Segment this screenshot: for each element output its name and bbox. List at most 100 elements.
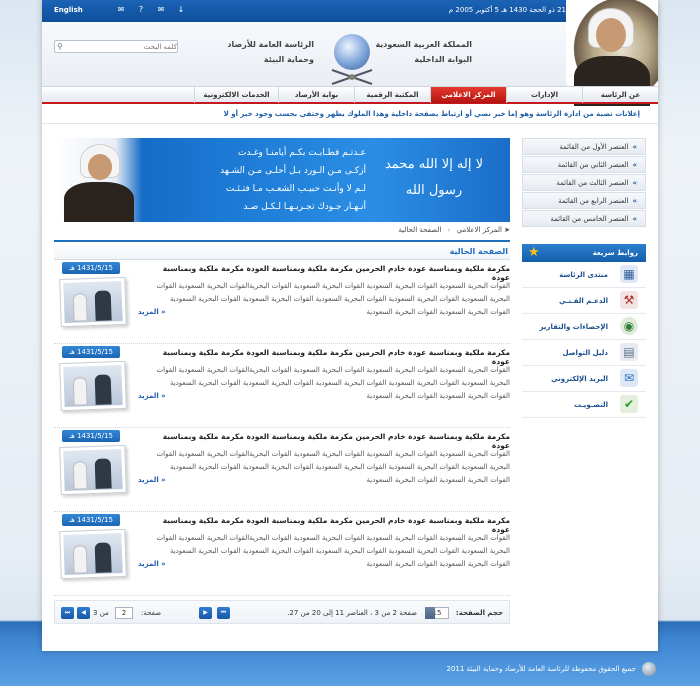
side-menu-label: العنصر الأول من القائمة bbox=[559, 143, 629, 151]
side-menu-label: العنصر الثاني من القائمة bbox=[557, 161, 629, 169]
chevron-left-icon: » bbox=[632, 197, 637, 205]
news-thumbnail[interactable] bbox=[59, 360, 127, 412]
help-icon[interactable]: ? bbox=[136, 5, 146, 15]
quick-link-label: التصـويـت bbox=[574, 401, 608, 409]
support-icon: ⚒ bbox=[620, 291, 638, 309]
search-box: ⚲ bbox=[54, 40, 178, 53]
rss-icon[interactable]: ✉ bbox=[116, 5, 126, 15]
quick-link-label: منتدى الرئاسة bbox=[559, 271, 608, 279]
ticker-text[interactable]: إعلانات نصية من ادارة الرئاسة وهو إما خب… bbox=[224, 110, 640, 118]
date-badge: 1431/5/15 هـ bbox=[62, 262, 120, 274]
download-icon[interactable]: ↓ bbox=[176, 5, 186, 15]
last-page-button[interactable]: ⏭ bbox=[61, 607, 74, 619]
breadcrumb-current: الصفحة الحالية bbox=[398, 226, 442, 234]
emblem-logo[interactable] bbox=[324, 34, 380, 92]
side-menu-label: العنصر الخامس من القائمة bbox=[550, 215, 629, 223]
mail-icon[interactable]: ✉ bbox=[156, 5, 166, 15]
news-thumbnail[interactable] bbox=[59, 528, 127, 580]
quick-link-support[interactable]: ⚒ الدعـم الفـنـي bbox=[522, 288, 646, 314]
side-menu-item[interactable]: »العنصر الثالث من القائمة bbox=[522, 174, 646, 191]
chevron-down-icon bbox=[425, 607, 435, 619]
pagination-bar: حجم الصفحة: 15 صفحة 2 من 3 ، العناصر 11 … bbox=[54, 600, 510, 624]
quick-links-title: روابط سريعة bbox=[592, 249, 638, 257]
news-item: 1431/5/15 هـ مكرمة ملكية وبمناسبة عودة خ… bbox=[54, 514, 510, 596]
authority-title: الرئاسة العامة للأرصاد وحماية البيئة bbox=[224, 40, 314, 64]
stats-icon: ◉ bbox=[620, 317, 638, 335]
news-item: 1431/5/15 هـ مكرمة ملكية وبمناسبة عودة خ… bbox=[54, 430, 510, 512]
site-header: المملكة العربية السعودية البوابة الداخلي… bbox=[42, 0, 658, 108]
directory-icon: ▤ bbox=[620, 343, 638, 361]
news-thumbnail[interactable] bbox=[59, 276, 127, 328]
main-nav: عن الرئاسة الإدارات المركز الاعلامي المك… bbox=[42, 86, 658, 104]
quick-link-email[interactable]: ✉ البريد الإلكتروني bbox=[522, 366, 646, 392]
quick-link-label: الإحصاءات والتقارير bbox=[539, 323, 608, 331]
page-size-select[interactable]: 15 bbox=[425, 607, 449, 619]
quick-link-vote[interactable]: ✔ التصـويـت bbox=[522, 392, 646, 418]
nav-departments[interactable]: الإدارات bbox=[506, 87, 582, 103]
side-menu-label: العنصر الثالث من القائمة bbox=[556, 179, 629, 187]
banner-poem: عـدتـم فطـابـت بكـم أيامنـا وغـدت أزكـى … bbox=[146, 144, 366, 216]
current-date: 21 ذو الحجة 1430 هـ 5 أكتوبر 2005 م bbox=[448, 6, 566, 14]
authority-line2: وحماية البيئة bbox=[263, 55, 314, 64]
nav-about[interactable]: عن الرئاسة bbox=[582, 87, 658, 103]
nav-digital-library[interactable]: المكتبة الرقمية bbox=[354, 87, 430, 103]
shahada-calligraphy: لا إله إلا الله محمد رسول الله bbox=[384, 157, 484, 198]
read-more-link[interactable]: « المزيد bbox=[138, 560, 166, 568]
chevron-left-icon: » bbox=[632, 143, 637, 151]
kingdom-title: المملكة العربية السعودية البوابة الداخلي… bbox=[375, 40, 472, 64]
chevron-left-icon: » bbox=[632, 161, 637, 169]
nav-meteorology-portal[interactable]: بوابة الأرصاد bbox=[278, 87, 354, 103]
footer-logo-icon bbox=[642, 662, 656, 676]
portal-name: البوابة الداخلية bbox=[414, 55, 472, 64]
hero-banner: عـدتـم فطـابـت بكـم أيامنـا وغـدت أزكـى … bbox=[54, 138, 510, 222]
news-body: القوات البحرية السعودية القوات البحرية ا… bbox=[156, 282, 510, 316]
nav-media-center[interactable]: المركز الاعلامي bbox=[430, 87, 506, 103]
section-header: الصفحة الحالية bbox=[54, 240, 510, 260]
news-body: القوات البحرية السعودية القوات البحرية ا… bbox=[156, 450, 510, 484]
home-arrow-icon: ➤ bbox=[504, 226, 510, 234]
breadcrumb-home[interactable]: المركز الاعلامي bbox=[457, 226, 502, 234]
quick-link-stats[interactable]: ◉ الإحصاءات والتقارير bbox=[522, 314, 646, 340]
page-container: English ✉ ? ✉ ↓ 21 ذو الحجة 1430 هـ 5 أك… bbox=[42, 0, 658, 651]
page-number-input[interactable]: 2 bbox=[115, 607, 133, 619]
quick-link-directory[interactable]: ▤ دليل التواصل bbox=[522, 340, 646, 366]
quick-links-panel: ★ روابط سريعة ▦ منتدى الرئاسة ⚒ الدعـم ا… bbox=[522, 244, 646, 422]
quick-link-label: البريد الإلكتروني bbox=[551, 375, 608, 383]
news-thumbnail[interactable] bbox=[59, 444, 127, 496]
side-menu-item[interactable]: »العنصر الرابع من القائمة bbox=[522, 192, 646, 209]
read-more-link[interactable]: « المزيد bbox=[138, 476, 166, 484]
poem-line: أزكـى مـن الـورد بـل أحلـى مـن الشـهد bbox=[220, 166, 366, 176]
poem-line: لـم لا وأنـت حبيـب الشعـب مـا فتـئـت bbox=[225, 184, 366, 194]
banner-king-photo bbox=[54, 138, 142, 222]
side-menu-item[interactable]: »العنصر الخامس من القائمة bbox=[522, 210, 646, 227]
side-menu-item[interactable]: »العنصر الثاني من القائمة bbox=[522, 156, 646, 173]
nav-e-services[interactable]: الخدمات الالكترونية bbox=[194, 87, 278, 103]
quick-link-forum[interactable]: ▦ منتدى الرئاسة bbox=[522, 262, 646, 288]
kingdom-name: المملكة العربية السعودية bbox=[375, 40, 472, 49]
next-page-button[interactable]: ▶ bbox=[199, 607, 212, 619]
breadcrumb: ➤ المركز الاعلامي ‹ الصفحة الحالية bbox=[54, 226, 510, 238]
toolbar-icons: ✉ ? ✉ ↓ bbox=[116, 5, 186, 15]
read-more-link[interactable]: « المزيد bbox=[138, 392, 166, 400]
english-link[interactable]: English bbox=[54, 6, 83, 14]
site-footer: جميع الحقوق محفوظة للرئاسة العامة للأرصا… bbox=[42, 660, 658, 680]
authority-line1: الرئاسة العامة للأرصاد bbox=[227, 40, 314, 49]
news-item: 1431/5/15 هـ مكرمة ملكية وبمناسبة عودة خ… bbox=[54, 262, 510, 344]
read-more-link[interactable]: « المزيد bbox=[138, 308, 166, 316]
side-menu-item[interactable]: »العنصر الأول من القائمة bbox=[522, 138, 646, 155]
announcement-ticker: إعلانات نصية من ادارة الرئاسة وهو إما خب… bbox=[42, 106, 658, 124]
chevron-left-icon: » bbox=[632, 215, 637, 223]
quick-link-label: الدعـم الفـنـي bbox=[559, 297, 608, 305]
search-input[interactable] bbox=[69, 41, 177, 52]
search-icon[interactable]: ⚲ bbox=[57, 42, 63, 51]
star-icon: ★ bbox=[528, 245, 540, 260]
poem-line: أنـهـار جـودك تجـريـهـا لـكـل صـد bbox=[243, 202, 366, 212]
page-size-label: حجم الصفحة: bbox=[455, 609, 503, 617]
prev-page-button[interactable]: ◀ bbox=[77, 607, 90, 619]
forum-icon: ▦ bbox=[620, 265, 638, 283]
date-badge: 1431/5/15 هـ bbox=[62, 346, 120, 358]
date-badge: 1431/5/15 هـ bbox=[62, 430, 120, 442]
first-page-button[interactable]: ⏮ bbox=[217, 607, 230, 619]
poem-line: عـدتـم فطـابـت بكـم أيامنـا وغـدت bbox=[238, 148, 366, 158]
page-of-label: من 3 bbox=[93, 609, 109, 617]
